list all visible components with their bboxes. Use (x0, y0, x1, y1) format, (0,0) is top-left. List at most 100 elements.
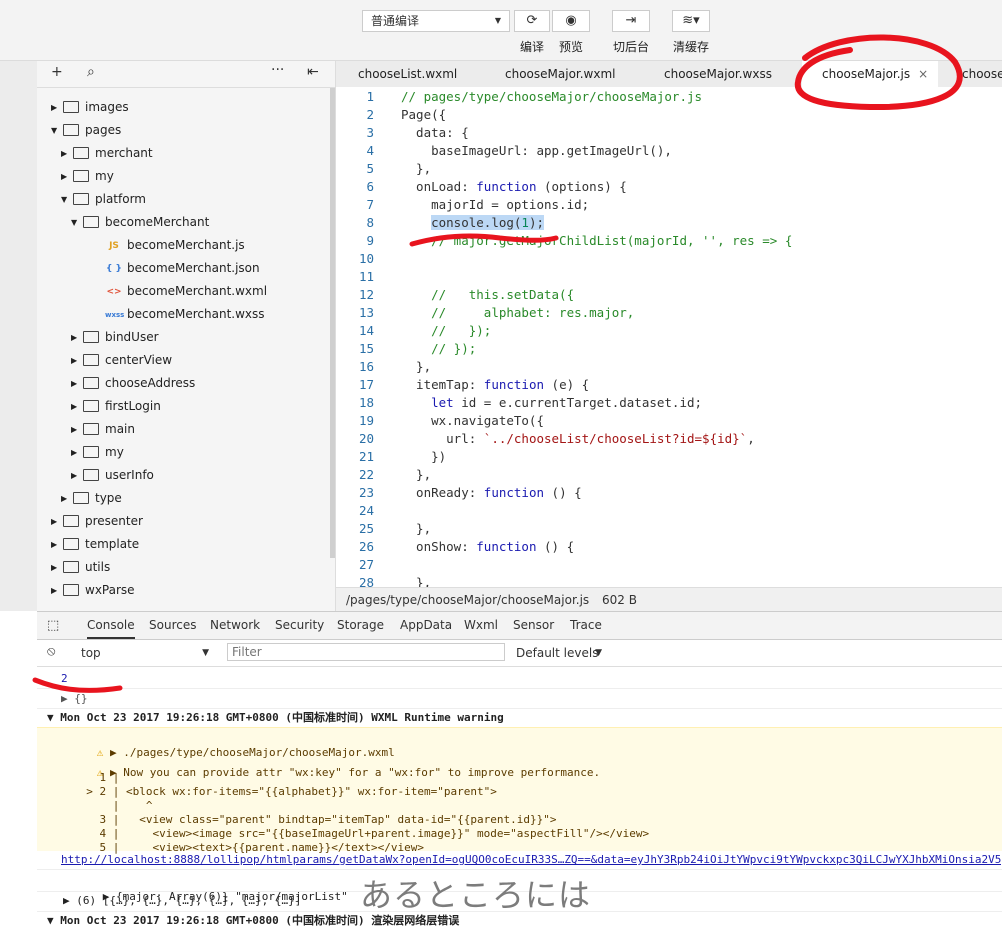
devtools-tab-sensor[interactable]: Sensor (513, 612, 554, 639)
background-button[interactable]: ⇥ (612, 10, 650, 32)
context-select[interactable]: top ▼ (81, 644, 209, 662)
tree-folder[interactable]: ▶ merchant (61, 142, 153, 164)
tree-file[interactable]: JS becomeMerchant.js (81, 234, 245, 256)
caret-right-icon[interactable]: ▶ (71, 465, 83, 487)
devtools-tab-sources[interactable]: Sources (149, 612, 196, 639)
code-line[interactable]: 15 // }); (336, 340, 476, 358)
code-line[interactable]: 5 }, (336, 160, 431, 178)
devtools-tab-security[interactable]: Security (275, 612, 324, 639)
caret-right-icon[interactable]: ▶ (61, 488, 73, 510)
clear-console-icon[interactable]: ⦸ (47, 644, 55, 659)
preview-button[interactable]: ◉ (552, 10, 590, 32)
tree-folder[interactable]: ▼ platform (61, 188, 146, 210)
code-line[interactable]: 4 baseImageUrl: app.getImageUrl(), (336, 142, 671, 160)
code-line[interactable]: 22 }, (336, 466, 431, 484)
caret-right-icon[interactable]: ▶ (71, 419, 83, 441)
inspect-element-icon[interactable]: ⬚ (47, 618, 59, 633)
clear-cache-button[interactable]: ≋▾ (672, 10, 710, 32)
tree-folder[interactable]: ▶ firstLogin (71, 395, 161, 417)
warning-row[interactable]: ⚠ ▶ ./pages/type/chooseMajor/chooseMajor… (57, 729, 395, 759)
tree-folder[interactable]: ▶ presenter (51, 510, 143, 532)
tree-folder[interactable]: ▶ template (51, 533, 139, 555)
caret-right-icon[interactable]: ▶ (51, 97, 63, 119)
code-line[interactable]: 7 majorId = options.id; (336, 196, 589, 214)
compile-mode-select[interactable]: 普通编译 ▼ (362, 10, 510, 32)
code-line[interactable]: 21 }) (336, 448, 446, 466)
warning-group-header[interactable]: ▼ Mon Oct 23 2017 19:26:18 GMT+0800 (中国标… (47, 710, 504, 726)
devtools-tab-network[interactable]: Network (210, 612, 260, 639)
tab-choose-overflow[interactable]: choose (962, 61, 1002, 87)
code-line[interactable]: 9 // major.getMajorChildList(majorId, ''… (336, 232, 792, 250)
caret-right-icon[interactable]: ▶ (71, 350, 83, 372)
code-line[interactable]: 13 // alphabet: res.major, (336, 304, 634, 322)
tab-choose-major-wxml[interactable]: chooseMajor.wxml (505, 61, 616, 87)
compile-button[interactable]: ⟳ (514, 10, 550, 32)
code-editor[interactable]: 1 // pages/type/chooseMajor/chooseMajor.j… (336, 87, 1002, 587)
tree-scrollbar[interactable] (330, 88, 335, 558)
code-line[interactable]: 20 url: `../chooseList/chooseList?id=${i… (336, 430, 755, 448)
code-line[interactable]: 19 wx.navigateTo({ (336, 412, 544, 430)
tree-folder[interactable]: ▶ images (51, 96, 129, 118)
tab-choose-list-wxml[interactable]: chooseList.wxml (358, 61, 457, 87)
code-line[interactable]: 16 }, (336, 358, 431, 376)
tree-folder[interactable]: ▶ my (61, 165, 114, 187)
code-line[interactable]: 10 (336, 250, 401, 268)
warning-row[interactable]: ⚠ ▶ Now you can provide attr "wx:key" fo… (57, 749, 600, 779)
devtools-tab-storage[interactable]: Storage (337, 612, 384, 639)
code-line[interactable]: 24 (336, 502, 401, 520)
caret-right-icon[interactable]: ▶ (51, 557, 63, 579)
code-line[interactable]: 23 onReady: function () { (336, 484, 582, 502)
code-line[interactable]: 1 // pages/type/chooseMajor/chooseMajor.j… (336, 88, 702, 106)
tree-folder[interactable]: ▼ pages (51, 119, 121, 141)
tree-file[interactable]: { } becomeMerchant.json (81, 257, 260, 279)
console-array[interactable]: ▶ (6) [{…}, {…}, {…}, {…}, {…}, {…}] (63, 893, 301, 909)
caret-right-icon[interactable]: ▶ (61, 166, 73, 188)
caret-down-icon[interactable]: ▼ (61, 189, 73, 211)
caret-right-icon[interactable]: ▶ (51, 534, 63, 556)
code-line[interactable]: 6 onLoad: function (options) { (336, 178, 626, 196)
tab-choose-major-wxss[interactable]: chooseMajor.wxss (664, 61, 772, 87)
tree-folder[interactable]: ▶ chooseAddress (71, 372, 195, 394)
code-line[interactable]: 11 (336, 268, 401, 286)
tree-folder[interactable]: ▶ centerView (71, 349, 172, 371)
console-filter-input[interactable] (227, 643, 505, 661)
code-line[interactable]: 2 Page({ (336, 106, 446, 124)
devtools-tab-trace[interactable]: Trace (570, 612, 602, 639)
tab-choose-major-js[interactable]: chooseMajor.js × (802, 61, 938, 87)
devtools-tab-wxml[interactable]: Wxml (464, 612, 498, 639)
caret-right-icon[interactable]: ▶ (71, 442, 83, 464)
code-line[interactable]: 27 (336, 556, 401, 574)
code-line[interactable]: 8 console.log(1); (336, 214, 545, 232)
tree-folder[interactable]: ▶ wxParse (51, 579, 135, 601)
caret-right-icon[interactable]: ▶ (71, 396, 83, 418)
tree-folder[interactable]: ▶ my (71, 441, 124, 463)
code-line[interactable]: 18 let id = e.currentTarget.dataset.id; (336, 394, 702, 412)
more-icon[interactable]: ··· (271, 62, 284, 78)
code-line[interactable]: 26 onShow: function () { (336, 538, 574, 556)
add-file-icon[interactable]: + (51, 64, 63, 80)
caret-right-icon[interactable]: ▶ (51, 511, 63, 533)
caret-right-icon[interactable]: ▶ (71, 327, 83, 349)
close-icon[interactable]: × (918, 67, 928, 81)
tree-folder[interactable]: ▶ userInfo (71, 464, 154, 486)
collapse-panel-icon[interactable]: ⇤ (307, 64, 319, 80)
code-line[interactable]: 12 // this.setData({ (336, 286, 574, 304)
search-icon[interactable]: ⌕ (87, 64, 95, 80)
code-line[interactable]: 17 itemTap: function (e) { (336, 376, 589, 394)
request-url-link[interactable]: http://localhost:8888/lollipop/htmlparam… (61, 852, 1001, 868)
code-line[interactable]: 14 // }); (336, 322, 491, 340)
code-line[interactable]: 3 data: { (336, 124, 468, 142)
tree-folder[interactable]: ▶ bindUser (71, 326, 159, 348)
caret-right-icon[interactable]: ▶ (71, 373, 83, 395)
code-line[interactable]: 28 }, (336, 574, 431, 587)
tree-file[interactable]: <> becomeMerchant.wxml (81, 280, 267, 302)
caret-down-icon[interactable]: ▼ (71, 212, 83, 234)
caret-down-icon[interactable]: ▼ (51, 120, 63, 142)
log-levels-select[interactable]: Default levels ▼ (516, 644, 602, 662)
devtools-tab-appdata[interactable]: AppData (400, 612, 452, 639)
console-major-object[interactable]: ▶ {major: Array(6)} "major/majorList" (63, 873, 348, 903)
tree-file[interactable]: wxss becomeMerchant.wxss (81, 303, 265, 325)
code-line[interactable]: 25 }, (336, 520, 431, 538)
tree-folder[interactable]: ▶ utils (51, 556, 110, 578)
caret-right-icon[interactable]: ▶ (51, 580, 63, 602)
